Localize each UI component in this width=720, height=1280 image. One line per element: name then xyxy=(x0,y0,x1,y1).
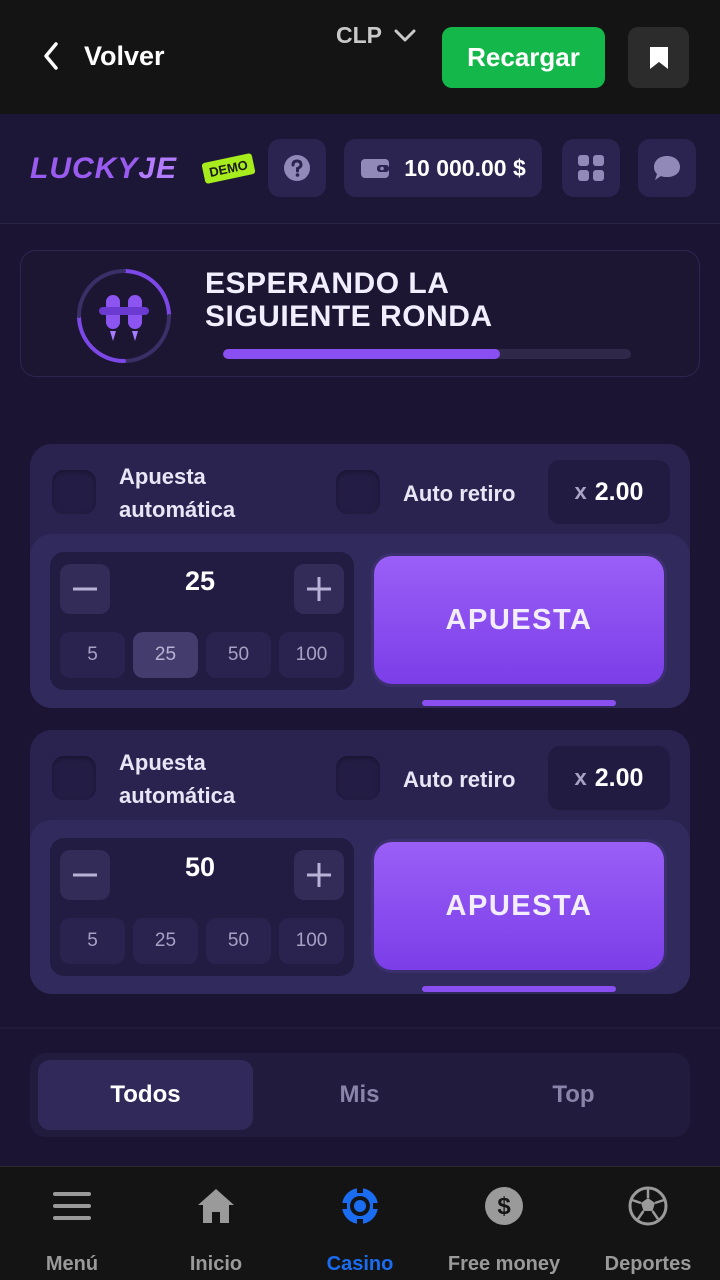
bet-amount-value[interactable]: 50 xyxy=(130,852,270,883)
multiplier-prefix: x xyxy=(574,765,587,790)
demo-badge: DEMO xyxy=(201,152,256,185)
top-bar: Volver CLP Recargar xyxy=(0,0,720,114)
nav-deportes-label: Deportes xyxy=(604,1253,692,1275)
nav-free-money-label: Free money xyxy=(447,1253,561,1275)
bet-panel-2: Apuesta automática Auto retiro x 2.00 50… xyxy=(30,730,690,994)
tab-mis[interactable]: Mis xyxy=(252,1060,467,1130)
bet-indicator-bar xyxy=(422,700,616,706)
nav-inicio[interactable]: Inicio xyxy=(144,1167,288,1280)
auto-cashout-multiplier[interactable]: x 2.00 xyxy=(548,746,670,810)
bottom-nav: Menú Inicio Casino $ Free money Deportes xyxy=(0,1166,720,1280)
auto-bet-checkbox[interactable] xyxy=(52,470,96,514)
bookmark-button[interactable] xyxy=(628,27,689,88)
help-button[interactable] xyxy=(268,139,326,197)
multiplier-value: 2.00 xyxy=(594,477,644,506)
place-bet-button[interactable]: APUESTA xyxy=(374,842,664,970)
plus-icon xyxy=(307,577,331,601)
bet-indicator-bar xyxy=(422,986,616,992)
auto-cashout-multiplier[interactable]: x 2.00 xyxy=(548,460,670,524)
dollar-coin-icon: $ xyxy=(484,1185,524,1227)
multiplier-value: 2.00 xyxy=(594,763,644,792)
chevron-left-icon xyxy=(44,42,58,70)
help-icon xyxy=(284,155,310,181)
auto-cashout-label: Auto retiro xyxy=(403,767,516,792)
decrease-amount-button[interactable] xyxy=(60,564,110,614)
balance-value: 10 000.00 $ xyxy=(404,154,526,181)
round-progress-fill xyxy=(223,349,501,359)
nav-menu-label: Menú xyxy=(45,1253,99,1275)
recharge-button[interactable]: Recargar xyxy=(442,27,605,88)
quick-amount-50[interactable]: 50 xyxy=(206,632,271,678)
quick-amount-5[interactable]: 5 xyxy=(60,918,125,964)
bets-tabs: Todos Mis Top xyxy=(30,1053,690,1137)
currency-label: CLP xyxy=(336,22,382,48)
chat-bubble-icon xyxy=(654,156,680,180)
quick-amount-25[interactable]: 25 xyxy=(133,632,198,678)
quick-amount-50[interactable]: 50 xyxy=(206,918,271,964)
auto-cashout-checkbox[interactable] xyxy=(336,470,380,514)
lucky-jet-logo: LUCKYJE xyxy=(30,152,178,185)
auto-cashout-label: Auto retiro xyxy=(403,481,516,506)
casino-chip-icon xyxy=(340,1185,380,1227)
bet-amount-value[interactable]: 25 xyxy=(130,566,270,597)
bet-panel-1: Apuesta automática Auto retiro x 2.00 25… xyxy=(30,444,690,708)
bet-controls: 25 5 25 50 100 APUESTA xyxy=(30,534,690,708)
nav-casino-label: Casino xyxy=(326,1253,394,1275)
auto-bet-checkbox[interactable] xyxy=(52,756,96,800)
back-label: Volver xyxy=(84,40,165,71)
grid-icon xyxy=(578,155,604,181)
quick-amount-5[interactable]: 5 xyxy=(60,632,125,678)
nav-inicio-label: Inicio xyxy=(189,1253,243,1275)
chat-button[interactable] xyxy=(638,139,696,197)
quick-amounts: 5 25 50 100 xyxy=(60,918,344,964)
section-divider xyxy=(0,1027,720,1029)
game-header: LUCKYJE DEMO 10 000.00 $ xyxy=(0,114,720,224)
quick-amount-100[interactable]: 100 xyxy=(279,918,344,964)
increase-amount-button[interactable] xyxy=(294,850,344,900)
balance-display: 10 000.00 $ xyxy=(344,139,542,197)
decrease-amount-button[interactable] xyxy=(60,850,110,900)
quick-amount-100[interactable]: 100 xyxy=(279,632,344,678)
wallet-icon xyxy=(361,159,390,178)
round-progress-bar xyxy=(223,349,631,359)
back-button[interactable]: Volver xyxy=(40,38,165,74)
tab-top[interactable]: Top xyxy=(466,1060,681,1130)
minus-icon xyxy=(73,587,97,591)
minus-icon xyxy=(73,873,97,877)
auto-bet-label: Apuesta automática xyxy=(119,464,236,522)
chevron-down-icon xyxy=(394,29,416,41)
bet-controls: 50 5 25 50 100 APUESTA xyxy=(30,820,690,994)
home-icon xyxy=(196,1185,236,1227)
round-status-title: ESPERANDO LA SIGUIENTE RONDA xyxy=(205,267,493,333)
menu-icon xyxy=(53,1185,91,1227)
svg-text:$: $ xyxy=(497,1193,511,1220)
multiplier-prefix: x xyxy=(574,479,587,504)
bet-amount-box: 25 5 25 50 100 xyxy=(50,552,354,690)
place-bet-button[interactable]: APUESTA xyxy=(374,556,664,684)
plus-icon xyxy=(307,863,331,887)
soccer-ball-icon xyxy=(628,1185,668,1227)
nav-free-money[interactable]: $ Free money xyxy=(432,1167,576,1280)
games-grid-button[interactable] xyxy=(562,139,620,197)
bet-amount-box: 50 5 25 50 100 xyxy=(50,838,354,976)
auto-bet-label: Apuesta automática xyxy=(119,750,236,808)
bookmark-icon xyxy=(649,46,668,69)
nav-menu[interactable]: Menú xyxy=(0,1167,144,1280)
tab-todos[interactable]: Todos xyxy=(38,1060,253,1130)
quick-amount-25[interactable]: 25 xyxy=(133,918,198,964)
round-status-panel: ESPERANDO LA SIGUIENTE RONDA xyxy=(20,250,700,377)
increase-amount-button[interactable] xyxy=(294,564,344,614)
currency-selector[interactable]: CLP xyxy=(336,22,416,49)
quick-amounts: 5 25 50 100 xyxy=(60,632,344,678)
nav-deportes[interactable]: Deportes xyxy=(576,1167,720,1280)
nav-casino[interactable]: Casino xyxy=(288,1167,432,1280)
auto-cashout-checkbox[interactable] xyxy=(336,756,380,800)
jetpack-icon xyxy=(77,269,171,363)
